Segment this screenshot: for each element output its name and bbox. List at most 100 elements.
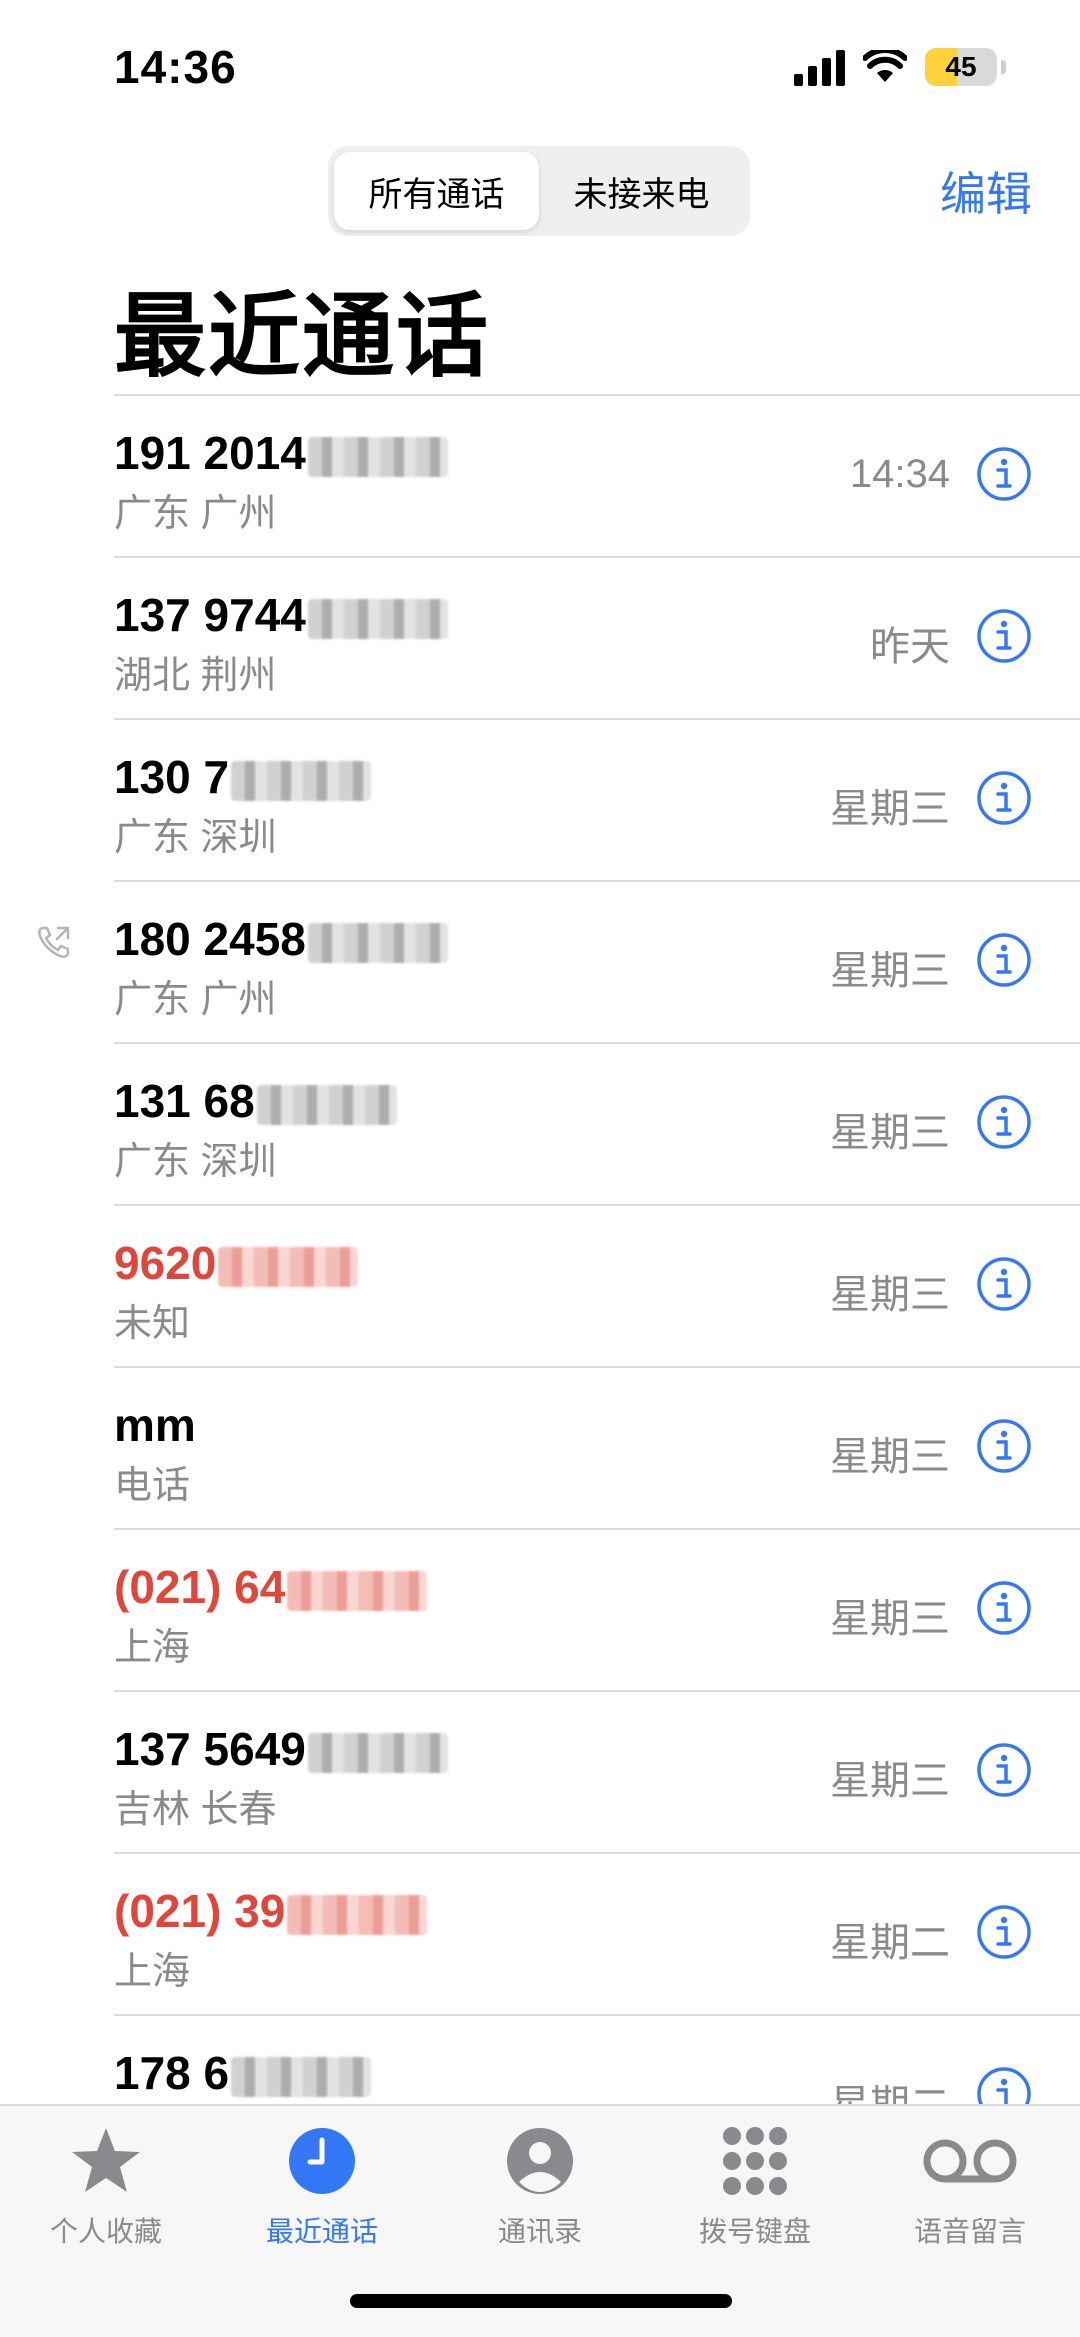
- cellular-signal-icon: [794, 48, 845, 86]
- call-row[interactable]: 131 68 广东 深圳 星期三: [0, 1044, 1080, 1206]
- caller-name: 9620: [114, 1236, 359, 1290]
- caller-number: 137 9744: [114, 589, 306, 641]
- redacted-digits: [307, 922, 448, 963]
- status-bar: 14:36 45: [0, 0, 1080, 140]
- call-row[interactable]: 130 7 广东 深圳 星期三: [0, 720, 1080, 882]
- info-icon[interactable]: [976, 446, 1032, 502]
- recent-calls-list: 191 2014 广东 广州 14:34 137 9744 湖北 荆州 昨天 130 7 广东…: [0, 394, 1080, 2104]
- info-icon[interactable]: [976, 608, 1032, 664]
- segment-missed-calls[interactable]: 未接来电: [539, 152, 744, 230]
- segment-all-calls[interactable]: 所有通话: [334, 152, 539, 230]
- tab-recents[interactable]: 最近通话: [222, 2122, 422, 2250]
- caller-location: 上海: [114, 1951, 191, 1993]
- caller-number: 178 6: [114, 2047, 230, 2099]
- caller-location: 湖北 荆州: [114, 655, 277, 697]
- tab-favorites[interactable]: 个人收藏: [6, 2122, 206, 2250]
- caller-number: 180 2458: [114, 913, 306, 965]
- caller-name: 178 6: [114, 2046, 372, 2100]
- call-row[interactable]: 9620 未知 星期三: [0, 1206, 1080, 1368]
- caller-location: 广东 深圳: [114, 817, 277, 859]
- keypad-icon: [723, 2127, 787, 2195]
- call-row[interactable]: 178 6 星期二: [0, 2016, 1080, 2104]
- call-row[interactable]: 137 9744 湖北 荆州 昨天: [0, 558, 1080, 720]
- call-time: 星期三: [830, 949, 950, 993]
- person-icon: [507, 2128, 573, 2194]
- caller-name: 137 9744: [114, 588, 448, 642]
- redacted-digits: [218, 1246, 359, 1287]
- call-row[interactable]: 191 2014 广东 广州 14:34: [0, 396, 1080, 558]
- call-time: 星期三: [830, 787, 950, 831]
- caller-number: (021) 64: [114, 1561, 286, 1613]
- caller-location: 吉林 长春: [114, 1789, 277, 1831]
- tab-label: 个人收藏: [49, 2216, 162, 2247]
- info-icon[interactable]: [976, 1256, 1032, 1312]
- redacted-digits: [231, 760, 372, 801]
- battery-icon: 45: [925, 48, 997, 86]
- caller-name: 191 2014: [114, 426, 448, 480]
- redacted-digits: [307, 1732, 448, 1773]
- call-time: 昨天: [870, 625, 950, 669]
- info-icon[interactable]: [976, 1742, 1032, 1798]
- redacted-digits: [287, 1894, 428, 1935]
- caller-number: 191 2014: [114, 427, 306, 479]
- caller-name: (021) 39: [114, 1884, 428, 1938]
- call-time: 星期三: [830, 1435, 950, 1479]
- call-filter-segmented-control: 所有通话 未接来电: [328, 146, 750, 236]
- call-time: 星期三: [830, 1111, 950, 1155]
- battery-tip: [1001, 60, 1006, 74]
- caller-location: 广东 广州: [114, 493, 277, 535]
- caller-name: 180 2458: [114, 912, 448, 966]
- info-icon[interactable]: [976, 1580, 1032, 1636]
- caller-name: mm: [114, 1398, 196, 1452]
- caller-location: 广东 深圳: [114, 1141, 277, 1183]
- tab-label: 语音留言: [913, 2216, 1026, 2247]
- redacted-digits: [231, 2056, 372, 2097]
- redacted-digits: [307, 598, 448, 639]
- info-icon[interactable]: [976, 932, 1032, 988]
- status-time: 14:36: [114, 41, 237, 93]
- tab-label: 通讯录: [497, 2216, 582, 2247]
- call-row[interactable]: (021) 64 上海 星期三: [0, 1530, 1080, 1692]
- wifi-icon: [863, 50, 907, 82]
- call-time: 星期三: [830, 1597, 950, 1641]
- caller-number: 137 5649: [114, 1723, 306, 1775]
- info-icon[interactable]: [976, 1904, 1032, 1960]
- info-icon[interactable]: [976, 1094, 1032, 1150]
- tab-voicemail[interactable]: 语音留言: [870, 2122, 1070, 2250]
- caller-number: mm: [114, 1399, 196, 1451]
- tab-label: 最近通话: [265, 2216, 378, 2247]
- page-title: 最近通话: [114, 286, 491, 388]
- outgoing-call-icon: [38, 926, 70, 958]
- info-icon[interactable]: [976, 1418, 1032, 1474]
- tab-label: 拨号键盘: [698, 2216, 811, 2247]
- caller-name: 137 5649: [114, 1722, 448, 1776]
- caller-name: 131 68: [114, 1074, 397, 1128]
- star-icon: [72, 2128, 140, 2192]
- caller-number: 9620: [114, 1237, 217, 1289]
- call-time: 星期三: [830, 1273, 950, 1317]
- edit-button[interactable]: 编辑: [940, 158, 1032, 224]
- info-icon[interactable]: [976, 2066, 1032, 2104]
- caller-number: (021) 39: [114, 1885, 286, 1937]
- caller-name: (021) 64: [114, 1560, 428, 1614]
- caller-number: 131 68: [114, 1075, 255, 1127]
- call-time: 星期三: [830, 1759, 950, 1803]
- info-icon[interactable]: [976, 770, 1032, 826]
- call-row[interactable]: mm 电话 星期三: [0, 1368, 1080, 1530]
- caller-name: 130 7: [114, 750, 372, 804]
- caller-location: 电话: [114, 1465, 191, 1507]
- call-time: 星期二: [830, 1921, 950, 1965]
- redacted-digits: [256, 1084, 397, 1125]
- redacted-digits: [287, 1570, 428, 1611]
- caller-location: 上海: [114, 1627, 191, 1669]
- call-row[interactable]: 180 2458 广东 广州 星期三: [0, 882, 1080, 1044]
- caller-number: 130 7: [114, 751, 230, 803]
- call-row[interactable]: (021) 39 上海 星期二: [0, 1854, 1080, 2016]
- call-time: 14:34: [849, 452, 950, 496]
- tab-keypad[interactable]: 拨号键盘: [655, 2122, 855, 2250]
- caller-location: 未知: [114, 1303, 191, 1345]
- home-indicator[interactable]: [350, 2294, 732, 2308]
- call-row[interactable]: 137 5649 吉林 长春 星期三: [0, 1692, 1080, 1854]
- caller-location: 广东 广州: [114, 979, 277, 1021]
- tab-contacts[interactable]: 通讯录: [440, 2122, 640, 2250]
